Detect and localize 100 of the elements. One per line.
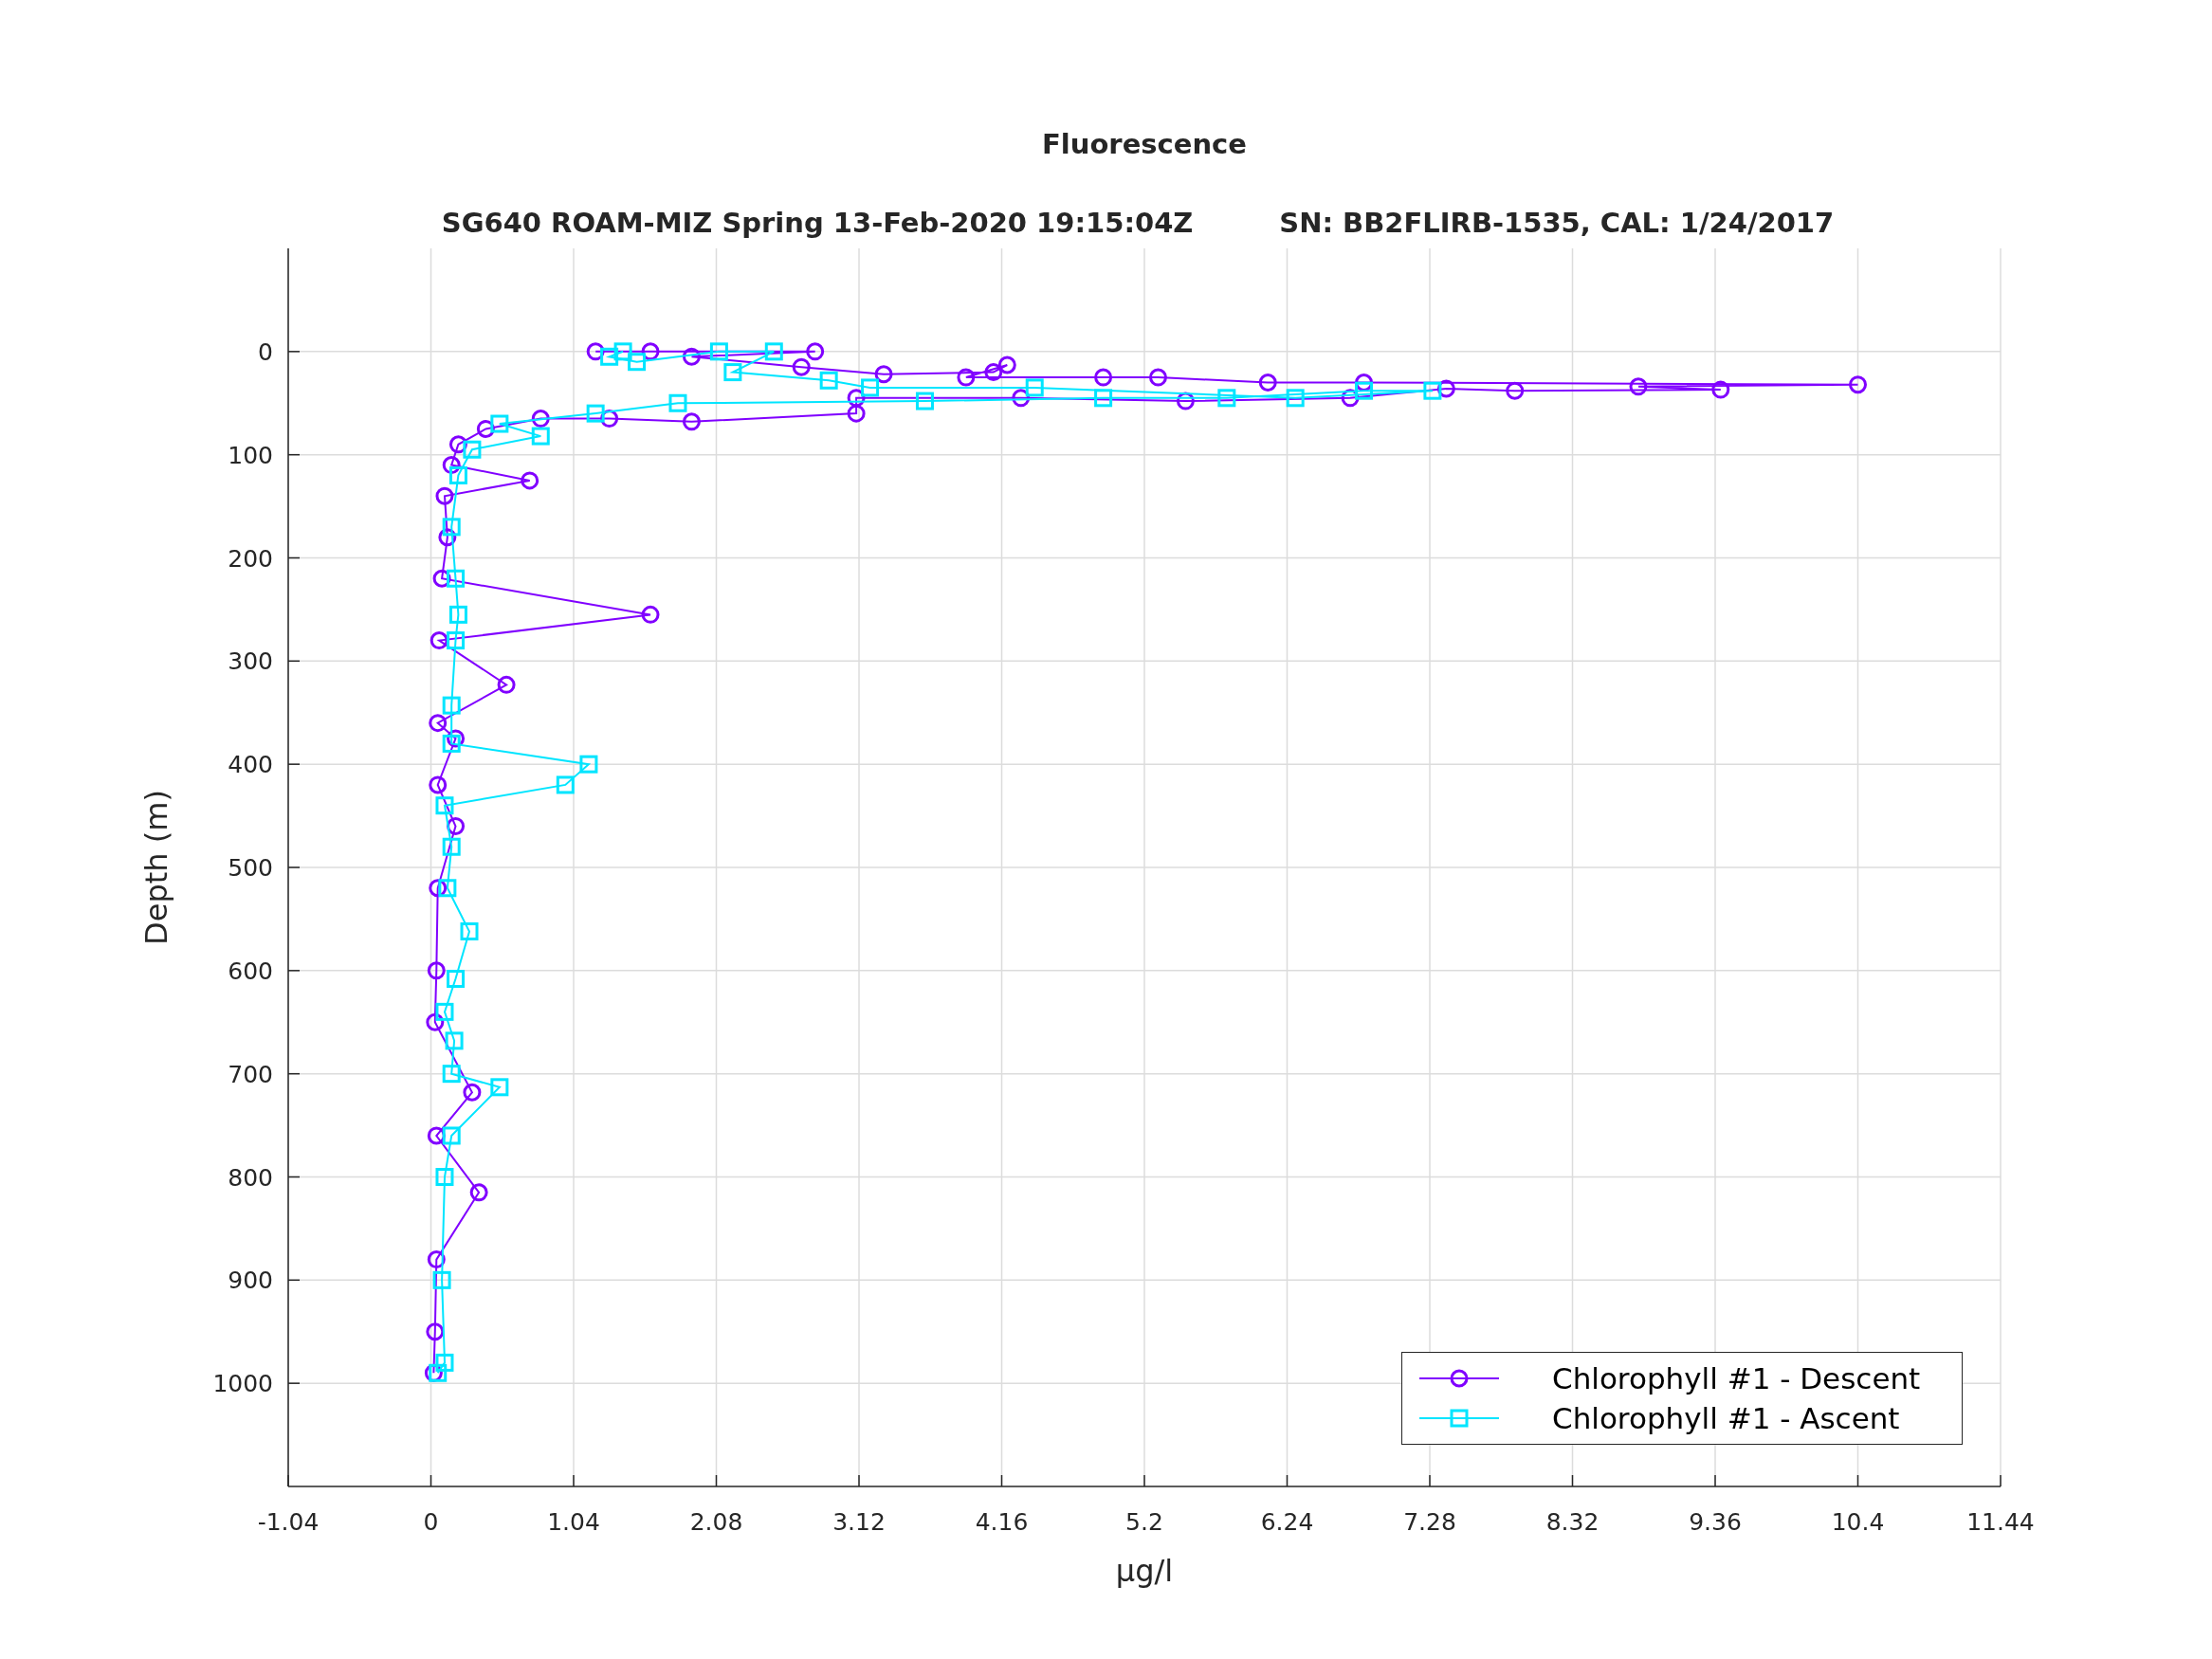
y-tick-label: 300 xyxy=(228,647,273,676)
y-tick-label: 400 xyxy=(228,751,273,779)
data-point xyxy=(463,1083,482,1102)
data-point xyxy=(1217,389,1236,408)
data-point xyxy=(424,1363,443,1382)
data-point xyxy=(641,342,660,361)
data-point xyxy=(447,970,466,989)
data-point xyxy=(476,419,495,438)
data-point xyxy=(957,368,976,387)
data-point xyxy=(1629,377,1648,396)
x-tick-label: 11.44 xyxy=(1966,1508,2035,1536)
data-point xyxy=(460,922,479,940)
data-point xyxy=(792,357,811,376)
data-point xyxy=(435,1353,454,1372)
data-point xyxy=(1176,392,1195,410)
data-point xyxy=(448,435,467,454)
data-point xyxy=(1355,381,1374,400)
y-tick-label: 800 xyxy=(228,1163,273,1192)
data-point xyxy=(432,569,451,588)
data-point xyxy=(447,816,466,835)
data-point xyxy=(429,714,448,733)
y-tick-label: 600 xyxy=(228,957,273,985)
data-point xyxy=(997,356,1016,374)
data-point xyxy=(1148,368,1167,387)
data-point xyxy=(861,378,880,397)
data-point xyxy=(1341,389,1360,408)
data-point xyxy=(586,342,605,361)
data-point xyxy=(764,342,783,361)
y-tick-label: 700 xyxy=(228,1060,273,1088)
data-point xyxy=(521,471,539,490)
data-point xyxy=(682,412,701,431)
data-point xyxy=(586,404,605,423)
x-axis-label: µg/l xyxy=(1115,1553,1174,1589)
y-tick-label: 500 xyxy=(228,854,273,882)
data-point xyxy=(1355,374,1374,392)
y-axis-label: Depth (m) xyxy=(138,790,174,945)
data-point xyxy=(469,1183,488,1202)
data-point xyxy=(1849,375,1867,394)
data-point xyxy=(723,363,742,382)
data-point xyxy=(709,342,728,361)
data-point xyxy=(427,1126,446,1145)
data-point xyxy=(442,734,461,753)
data-point xyxy=(426,1012,445,1031)
data-point xyxy=(1286,389,1305,408)
data-point xyxy=(1094,368,1113,387)
data-point xyxy=(429,1363,448,1382)
data-point xyxy=(435,486,454,505)
y-tick-label: 1000 xyxy=(212,1370,273,1398)
y-tick-label: 100 xyxy=(228,441,273,469)
data-point xyxy=(668,393,687,412)
data-point xyxy=(430,631,448,650)
data-point xyxy=(429,879,448,898)
data-point xyxy=(427,961,446,980)
data-point xyxy=(442,696,461,715)
x-tick-label: 2.08 xyxy=(689,1508,743,1536)
chart-subtitle: SG640 ROAM-MIZ Spring 13-Feb-2020 19:15:04Z SN: BB2FLIRB-1535, CAL: 1/24/2017 xyxy=(441,207,1835,239)
legend-label: Chlorophyll #1 - Ascent xyxy=(1552,1400,1900,1436)
data-point xyxy=(847,404,866,423)
data-point xyxy=(435,1168,454,1186)
data-point xyxy=(556,775,575,794)
data-point xyxy=(442,1065,461,1084)
y-tick-label: 900 xyxy=(228,1267,273,1295)
x-tick-label: 8.32 xyxy=(1545,1508,1600,1536)
data-point xyxy=(447,631,466,650)
data-point xyxy=(490,1078,509,1097)
data-point xyxy=(1436,379,1455,398)
data-point xyxy=(463,440,482,459)
data-point xyxy=(641,605,660,624)
x-tick-label: 6.24 xyxy=(1260,1508,1314,1536)
data-point xyxy=(447,569,466,588)
data-point xyxy=(426,1322,445,1341)
data-point xyxy=(1423,381,1442,400)
data-point xyxy=(442,837,461,856)
y-tick-label: 200 xyxy=(228,544,273,573)
data-point xyxy=(847,389,866,408)
data-point xyxy=(442,456,461,475)
data-point xyxy=(600,410,619,428)
data-point xyxy=(435,1002,454,1021)
data-point xyxy=(819,371,838,390)
x-tick-label: 7.28 xyxy=(1403,1508,1456,1536)
data-point xyxy=(613,342,632,361)
x-tick-label: 0 xyxy=(423,1508,439,1536)
x-tick-label: 3.12 xyxy=(832,1508,886,1536)
data-point xyxy=(1025,378,1044,397)
data-point xyxy=(442,518,461,537)
data-point xyxy=(429,775,448,794)
data-point xyxy=(915,392,934,410)
data-point xyxy=(984,363,1003,382)
data-point xyxy=(438,528,457,547)
x-tick-label: 1.04 xyxy=(547,1508,600,1536)
data-point xyxy=(600,347,619,366)
data-point xyxy=(447,729,466,748)
data-point xyxy=(531,410,550,428)
data-point xyxy=(497,675,516,694)
data-point xyxy=(628,353,647,372)
legend-label: Chlorophyll #1 - Descent xyxy=(1552,1360,1921,1396)
data-point xyxy=(1506,381,1525,400)
x-tick-label: 5.2 xyxy=(1125,1508,1163,1536)
data-point xyxy=(1258,374,1277,392)
data-point xyxy=(1012,389,1031,408)
